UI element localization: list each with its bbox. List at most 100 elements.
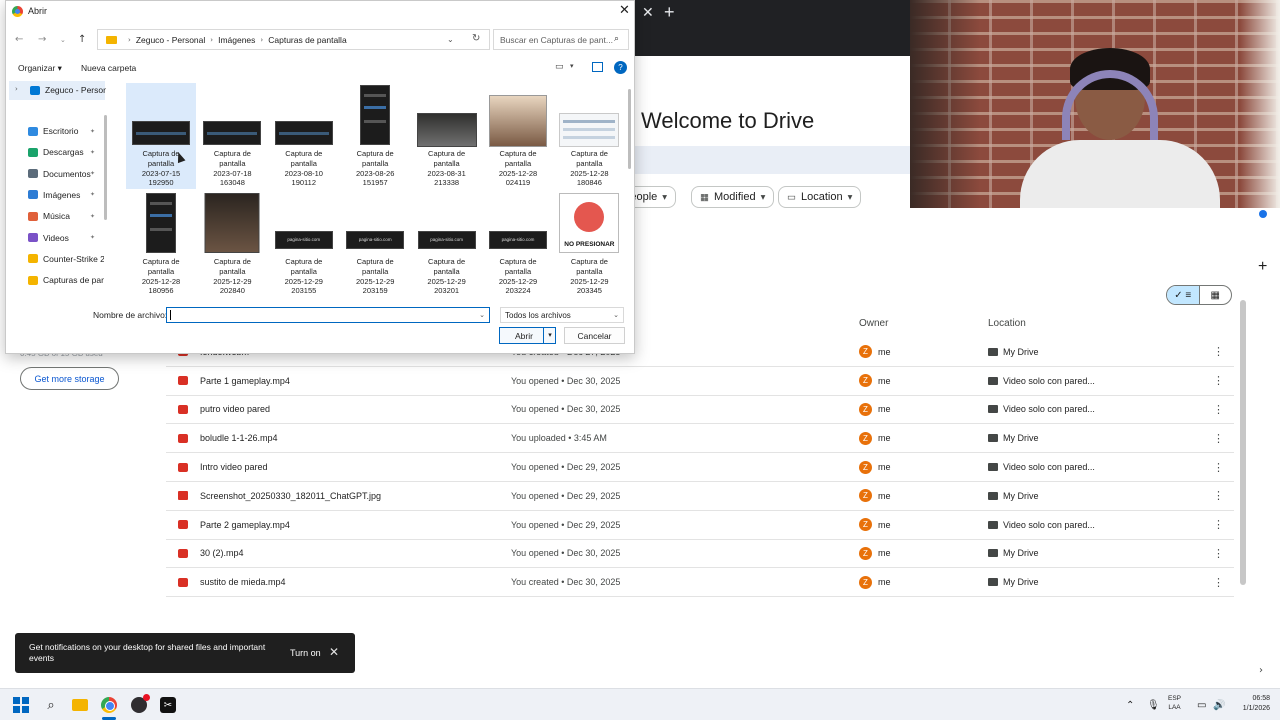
chevron-right-icon[interactable]: ›: [1259, 665, 1263, 676]
nav-item[interactable]: Documentos ✦: [28, 169, 104, 179]
clock[interactable]: 06:58 1/1/2026: [1230, 694, 1270, 714]
file-name[interactable]: putro video pared: [200, 404, 270, 414]
owner-column-header[interactable]: Owner: [859, 318, 888, 329]
chevron-up-icon[interactable]: ⌃: [1126, 689, 1134, 720]
table-row[interactable]: Screenshot_20250330_182011_ChatGPT.jpg Yo…: [166, 482, 1234, 511]
file-location[interactable]: My Drive: [1003, 433, 1039, 443]
filename-input[interactable]: ⌄: [166, 307, 490, 323]
table-row[interactable]: 30 (2).mp4 You opened • Dec 30, 2025 Zme My…: [166, 540, 1234, 569]
recent-locations-icon[interactable]: ⌄: [60, 36, 66, 44]
file-name[interactable]: Parte 2 gameplay.mp4: [200, 520, 290, 530]
file-location[interactable]: Video solo con pared...: [1003, 404, 1095, 414]
capcut-icon[interactable]: ✂: [159, 696, 177, 714]
nav-scrollbar[interactable]: [104, 115, 107, 220]
close-icon[interactable]: ✕: [329, 645, 339, 659]
chevron-down-icon[interactable]: ▾: [570, 62, 574, 70]
file-type-filter[interactable]: Todos los archivos ⌄: [500, 307, 624, 323]
file-location[interactable]: Video solo con pared...: [1003, 462, 1095, 472]
back-arrow-icon[interactable]: ←: [15, 34, 23, 45]
nav-item[interactable]: Música ✦: [28, 211, 104, 221]
file-tile[interactable]: Captura de pantalla 2023-07-15 192950: [126, 83, 196, 189]
location-column-header[interactable]: Location: [988, 318, 1026, 329]
more-options-icon[interactable]: ⋮: [1213, 518, 1224, 531]
table-row[interactable]: Intro video pared You opened • Dec 29, 20…: [166, 453, 1234, 482]
file-name[interactable]: sustito de mieda.mp4: [200, 577, 286, 587]
more-options-icon[interactable]: ⋮: [1213, 461, 1224, 474]
file-location[interactable]: My Drive: [1003, 347, 1039, 357]
table-row[interactable]: Parte 1 gameplay.mp4 You opened • Dec 30,…: [166, 367, 1234, 396]
table-row[interactable]: sustito de mieda.mp4 You created • Dec 30…: [166, 568, 1234, 598]
file-tile[interactable]: Captura de pantalla 2025-12-28 180846: [554, 83, 623, 189]
chevron-right-icon[interactable]: ›: [15, 85, 18, 93]
breadcrumb-pictures[interactable]: Imágenes: [218, 35, 255, 45]
file-name[interactable]: boludle 1-1-26.mp4: [200, 433, 278, 443]
file-tile[interactable]: Captura de pantalla 2023-07-18 163048: [197, 83, 267, 189]
nav-item[interactable]: Escritorio ✦: [28, 126, 104, 136]
file-tile[interactable]: Captura de pantalla 2025-12-28 024119: [483, 83, 553, 189]
file-name[interactable]: Screenshot_20250330_182011_ChatGPT.jpg: [200, 491, 381, 501]
nav-item[interactable]: Descargas ✦: [28, 147, 104, 157]
file-explorer-icon[interactable]: [71, 696, 89, 714]
file-name[interactable]: Parte 1 gameplay.mp4: [200, 376, 290, 386]
table-row[interactable]: boludle 1-1-26.mp4 You uploaded • 3:45 AM…: [166, 424, 1234, 454]
more-options-icon[interactable]: ⋮: [1213, 345, 1224, 358]
file-location[interactable]: My Drive: [1003, 491, 1039, 501]
view-toggle[interactable]: ✓ ≡ ▦: [1166, 285, 1232, 305]
nav-item[interactable]: Videos ✦: [28, 233, 104, 243]
refresh-icon[interactable]: ↻: [472, 33, 480, 44]
network-icon[interactable]: ▭: [1197, 689, 1206, 720]
cancel-button[interactable]: Cancelar: [564, 327, 625, 344]
microphone-icon[interactable]: 🎙: [1147, 689, 1160, 720]
search-icon[interactable]: ⌕: [42, 696, 60, 714]
file-tile[interactable]: Captura de pantalla 2023-08-10 190112: [269, 83, 339, 189]
breadcrumb-root[interactable]: Zeguco - Personal: [136, 35, 205, 45]
forward-arrow-icon[interactable]: →: [38, 34, 46, 45]
file-location[interactable]: Video solo con pared...: [1003, 520, 1095, 530]
grid-scrollbar[interactable]: [628, 89, 631, 169]
chevron-down-icon[interactable]: ⌄: [479, 311, 485, 319]
more-options-icon[interactable]: ⋮: [1213, 432, 1224, 445]
turn-on-button[interactable]: Turn on: [290, 648, 321, 658]
more-options-icon[interactable]: ⋮: [1213, 547, 1224, 560]
language-indicator[interactable]: ESP LAA: [1168, 694, 1181, 712]
address-bar[interactable]: › Zeguco - Personal › Imágenes › Captura…: [97, 29, 490, 50]
file-location[interactable]: My Drive: [1003, 548, 1039, 558]
add-panel-icon[interactable]: +: [1258, 258, 1267, 276]
new-folder-button[interactable]: Nueva carpeta: [81, 63, 136, 73]
windows-start-icon[interactable]: [12, 696, 30, 714]
table-row[interactable]: putro video pared You opened • Dec 30, 20…: [166, 396, 1234, 425]
view-options-icon[interactable]: ▭: [555, 62, 564, 72]
breadcrumb-screenshots[interactable]: Capturas de pantalla: [268, 35, 346, 45]
chrome-icon[interactable]: [100, 696, 118, 714]
grid-view-icon[interactable]: ▦: [1200, 286, 1232, 304]
file-tile[interactable]: Captura de pantalla 2025-12-28 180956: [126, 191, 196, 297]
up-arrow-icon[interactable]: ↑: [78, 34, 86, 45]
more-options-icon[interactable]: ⋮: [1213, 374, 1224, 387]
preview-pane-icon[interactable]: [592, 62, 603, 72]
nav-item[interactable]: Imágenes ✦: [28, 190, 104, 200]
organize-menu[interactable]: Organizar ▾: [18, 63, 62, 74]
page-scrollbar[interactable]: [1240, 300, 1246, 585]
obs-icon[interactable]: [130, 694, 150, 714]
new-tab-icon[interactable]: +: [664, 2, 675, 23]
file-tile[interactable]: Captura de pantalla 2023-08-26 151957: [340, 83, 410, 189]
more-options-icon[interactable]: ⋮: [1213, 403, 1224, 416]
file-location[interactable]: My Drive: [1003, 577, 1039, 587]
file-location[interactable]: Video solo con pared...: [1003, 376, 1095, 386]
help-icon[interactable]: ?: [614, 61, 627, 74]
more-options-icon[interactable]: ⋮: [1213, 489, 1224, 502]
close-tab-icon[interactable]: ✕: [642, 5, 654, 21]
open-button[interactable]: Abrir ▾: [499, 327, 556, 344]
nav-item[interactable]: Counter-Strike 2: [28, 254, 104, 264]
search-input[interactable]: Buscar en Capturas de pant... ⌕: [493, 29, 629, 50]
nav-item[interactable]: Capturas de pantalla: [28, 275, 104, 285]
file-tile[interactable]: Captura de pantalla 2025-12-29 202840: [197, 191, 267, 297]
volume-icon[interactable]: 🔊: [1213, 689, 1225, 720]
chevron-down-icon[interactable]: ▾: [543, 328, 556, 343]
list-view-icon[interactable]: ✓ ≡: [1167, 286, 1200, 304]
file-tile[interactable]: pagina-sitio.com Captura de pantalla 2025-1…: [269, 191, 339, 297]
close-icon[interactable]: ✕: [619, 3, 630, 18]
more-options-icon[interactable]: ⋮: [1213, 576, 1224, 589]
file-tile[interactable]: pagina-sitio.com Captura de pantalla 2025-1…: [412, 191, 482, 297]
filter-chip-modified[interactable]: ▦ Modified ▾: [691, 186, 775, 208]
